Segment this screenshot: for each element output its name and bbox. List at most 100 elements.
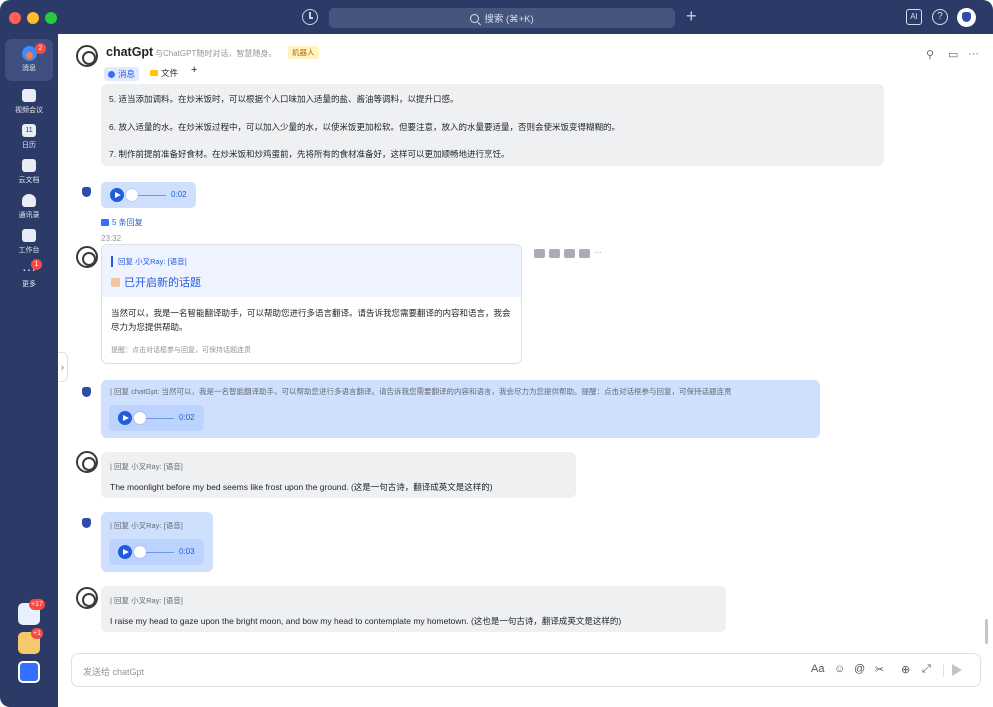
sidebar-item-calendar[interactable]: 11 日历	[0, 124, 58, 150]
card-hint: 提醒：点击对话框参与回复，可保持话题连贯	[111, 347, 251, 354]
playback-track	[146, 417, 174, 419]
forward-icon[interactable]	[564, 249, 575, 258]
send-icon[interactable]	[952, 664, 962, 676]
playback-track	[138, 194, 166, 196]
thread-replies-link[interactable]: 5 条回复	[101, 217, 143, 228]
message-list[interactable]: 5. 适当添加调料。在炒米饭时，可以根据个人口味加入适量的盐、酱油等调料，以提升…	[58, 84, 993, 647]
sidebar-item-contacts[interactable]: 通讯录	[0, 194, 58, 220]
sidebar-item-messages[interactable]: 消息 2	[5, 39, 53, 81]
playback-knob[interactable]	[126, 189, 138, 201]
zoom-window-button[interactable]	[45, 12, 57, 24]
sidebar-item-workplace[interactable]: 工作台	[0, 229, 58, 255]
minimize-window-button[interactable]	[27, 12, 39, 24]
reply-quote: | 回复 chatGpt: 当然可以，我是一名智能翻译助手，可以帮助您进行多语言…	[110, 387, 732, 396]
reply-quote: | 回复 小叉Ray: [语音]	[110, 596, 183, 605]
list-item: 7. 制作前提前准备好食材。在炒米饭和炒鸡蛋前，先将所有的食材准备好，这样可以更…	[109, 149, 510, 159]
app-shortcut-icon[interactable]: +1	[18, 628, 43, 654]
topic-card[interactable]: 回复 小叉Ray: [语音] 已开启新的话题 当然可以，我是一名智能翻译助手，可…	[101, 244, 522, 364]
reply-quote: | 回复 小叉Ray: [语音]	[110, 521, 183, 530]
list-item: 5. 适当添加调料。在炒米饭时，可以根据个人口味加入适量的盐、酱油等调料，以提升…	[109, 94, 459, 104]
chatgpt-avatar-icon[interactable]	[76, 587, 98, 609]
global-search[interactable]: 搜索 (⌘+K)	[329, 8, 675, 28]
message-actions: ···	[534, 249, 602, 258]
message-input[interactable]: 发送给 chatGpt	[83, 665, 144, 678]
voice-duration: 0:02	[171, 190, 187, 199]
more-options-icon[interactable]: ···	[968, 48, 979, 60]
history-icon[interactable]	[302, 9, 318, 25]
sidebar-item-label: 更多	[22, 281, 36, 288]
search-label: 搜索 (⌘+K)	[484, 14, 534, 25]
chat-title[interactable]: chatGpt	[106, 45, 153, 59]
play-icon[interactable]	[118, 545, 132, 559]
sidebar-item-more[interactable]: ··· 更多 1	[0, 259, 58, 289]
list-item: 6. 放入适量的水。在炒米饭过程中，可以加入少量的水，以使米饭更加松软。但要注意…	[109, 122, 620, 132]
sidebar-item-label: 通讯录	[18, 212, 40, 219]
thumbs-up-icon[interactable]	[534, 249, 545, 258]
ai-assistant-icon[interactable]: AI	[906, 9, 922, 25]
voice-message[interactable]: 0:02	[101, 182, 196, 208]
chat-header: chatGpt 与ChatGPT随时对话，智慧随身。 机器人 消息 文件 + ⚲…	[58, 34, 993, 84]
tab-files[interactable]: 文件	[150, 67, 178, 79]
mention-icon[interactable]: @	[854, 663, 865, 675]
chat-settings-icon[interactable]: ▭	[948, 48, 958, 61]
sidebar-item-docs[interactable]: 云文档	[0, 159, 58, 185]
help-icon[interactable]: ?	[932, 9, 948, 25]
play-icon[interactable]	[110, 188, 124, 202]
voice-message[interactable]: 0:03	[109, 539, 204, 565]
add-tab-button[interactable]: +	[191, 64, 197, 76]
message-tab-icon	[108, 70, 115, 78]
tab-label: 消息	[118, 69, 136, 79]
emoji-icon[interactable]: ☺	[834, 663, 845, 675]
app-badge: +17	[29, 599, 45, 610]
titlebar: 搜索 (⌘+K) + AI ?	[0, 0, 993, 34]
chatgpt-avatar-icon[interactable]	[76, 246, 98, 268]
user-avatar[interactable]	[80, 186, 93, 199]
voice-message[interactable]: 0:02	[109, 405, 204, 431]
new-button[interactable]: +	[686, 5, 697, 27]
playback-knob[interactable]	[134, 412, 146, 424]
scrollbar[interactable]	[985, 619, 988, 644]
close-window-button[interactable]	[9, 12, 21, 24]
search-chat-icon[interactable]: ⚲	[926, 48, 934, 61]
calendar-icon: 11	[22, 124, 36, 137]
screenshot-icon[interactable]: ✂	[875, 663, 884, 676]
tab-messages[interactable]: 消息	[104, 67, 140, 81]
sidebar: 消息 2 视频会议 11 日历 云文档 通讯录 工作台 ··· 更多 1 +17…	[0, 34, 58, 707]
card-body: 当然可以，我是一名智能翻译助手，可以帮助您进行多语言翻译。请告诉我您需要翻译的内…	[111, 308, 511, 332]
divider	[943, 664, 944, 677]
user-avatar[interactable]	[80, 517, 93, 530]
app-shortcut-icon[interactable]: +17	[18, 599, 45, 625]
timestamp: 23:32	[101, 234, 122, 243]
sidebar-item-label: 视频会议	[15, 107, 43, 114]
unread-badge: 2	[35, 43, 46, 54]
more-icon: ···	[22, 261, 36, 277]
reply-icon[interactable]	[549, 249, 560, 258]
chatgpt-avatar-icon[interactable]	[76, 45, 98, 67]
reply-icon	[101, 219, 109, 226]
add-attachment-icon[interactable]: ⊕	[901, 663, 910, 676]
expand-editor-icon[interactable]: ⤢	[922, 663, 931, 676]
profile-avatar[interactable]	[957, 8, 976, 27]
message-composer[interactable]: 发送给 chatGpt Aa ☺ @ ✂ ⊕ ⤢	[71, 653, 981, 687]
voice-duration: 0:02	[179, 413, 195, 422]
video-icon	[22, 89, 36, 102]
play-icon[interactable]	[118, 411, 132, 425]
app-shortcut-icon[interactable]	[18, 661, 40, 683]
pin-icon[interactable]	[579, 249, 590, 258]
user-avatar[interactable]	[80, 386, 93, 399]
card-header: 回复 小叉Ray: [语音] 已开启新的话题	[102, 245, 521, 297]
sidebar-item-label: 工作台	[18, 247, 40, 254]
playback-knob[interactable]	[134, 546, 146, 558]
voice-duration: 0:03	[179, 547, 195, 556]
sidebar-item-label: 云文档	[18, 177, 40, 184]
playback-track	[146, 551, 174, 553]
search-icon	[470, 13, 480, 23]
workplace-icon	[22, 229, 36, 242]
format-text-icon[interactable]: Aa	[811, 663, 824, 675]
message-text: The moonlight before my bed seems like f…	[110, 482, 493, 492]
card-title-text: 已开启新的话题	[124, 277, 201, 289]
chatgpt-avatar-icon[interactable]	[76, 451, 98, 473]
more-actions-icon[interactable]: ···	[594, 249, 602, 258]
sidebar-item-video-meeting[interactable]: 视频会议	[0, 89, 58, 115]
bot-tag: 机器人	[288, 46, 319, 59]
